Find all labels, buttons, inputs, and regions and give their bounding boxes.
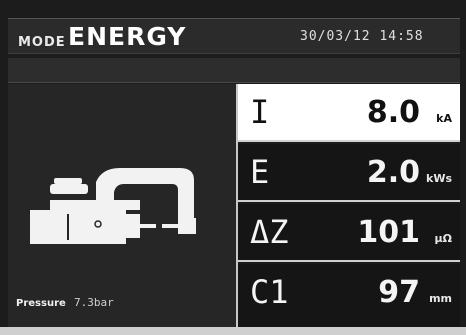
reading-value: 101: [357, 215, 420, 250]
pressure-label: Pressure: [16, 298, 66, 309]
reading-row-resistance: ΔZ 101 µΩ: [238, 204, 460, 262]
reading-row-current: I 8.0 kA: [238, 84, 460, 142]
reading-row-energy: E 2.0 kWs: [238, 144, 460, 202]
reading-value: 97: [378, 275, 420, 310]
reading-symbol: ΔZ: [250, 213, 289, 251]
welding-clamp-icon: [30, 162, 200, 266]
status-header: MODE ENERGY 30/03/12 14:58: [8, 18, 460, 54]
reading-symbol: C1: [250, 273, 289, 311]
reading-unit: µΩ: [434, 232, 452, 245]
reading-unit: mm: [429, 292, 452, 305]
pressure-value: 7.3bar: [74, 296, 114, 309]
reading-unit: kWs: [426, 172, 452, 185]
mode-value: ENERGY: [68, 22, 187, 51]
reading-value: 2.0: [366, 155, 420, 190]
welder-display: MODE ENERGY 30/03/12 14:58 Pressure 7.3b…: [0, 0, 466, 335]
reading-symbol: E: [250, 153, 270, 191]
readings-panel: I 8.0 kA E 2.0 kWs ΔZ 101 µΩ C1 97 mm: [238, 84, 460, 327]
reading-symbol: I: [250, 93, 270, 131]
reading-row-c1: C1 97 mm: [238, 264, 460, 327]
bottom-strip: [0, 327, 466, 335]
clamp-panel: Pressure 7.3bar: [8, 84, 238, 327]
mode-label: MODE: [18, 35, 66, 50]
status-band: [8, 58, 460, 83]
datetime-readout: 30/03/12 14:58: [300, 29, 424, 44]
reading-unit: kA: [436, 112, 452, 125]
reading-value: 8.0: [366, 95, 420, 130]
